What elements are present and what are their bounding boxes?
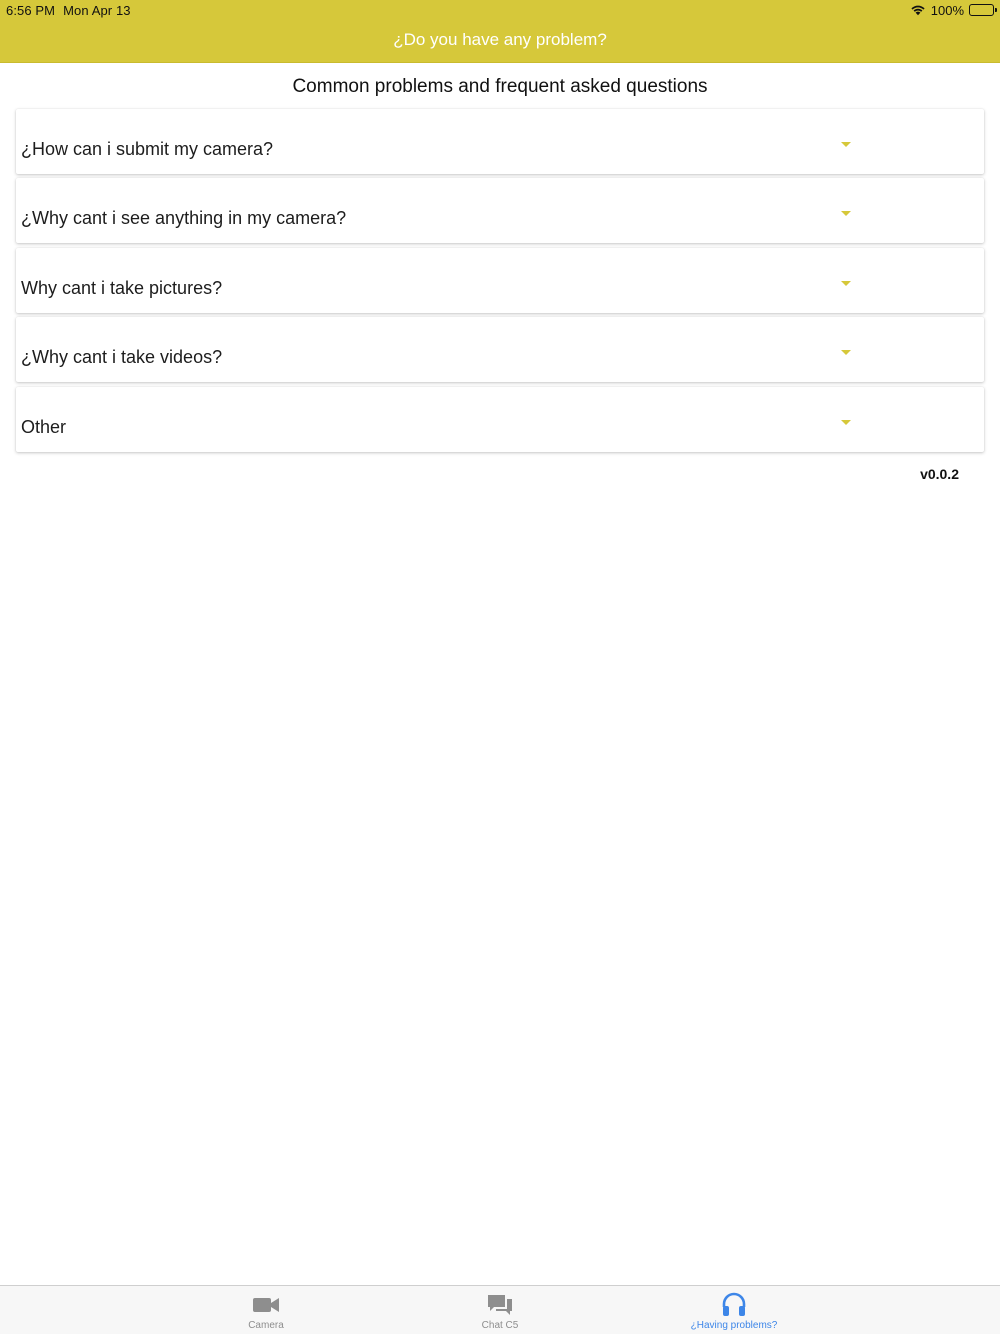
video-camera-icon <box>252 1293 280 1317</box>
faq-question: ¿Why cant i take videos? <box>21 347 223 368</box>
tab-camera[interactable]: Camera <box>196 1286 336 1334</box>
tab-label: Chat C5 <box>481 1320 519 1331</box>
battery-percentage: 100% <box>930 2 964 18</box>
faq-item-submit-camera[interactable]: ¿How can i submit my camera? <box>16 109 984 174</box>
app-version: v0.0.2 <box>920 466 959 482</box>
faq-item-other[interactable]: Other <box>16 386 984 452</box>
tab-label: Camera <box>248 1320 284 1331</box>
faq-question: ¿Why cant i see anything in my camera? <box>21 208 347 229</box>
caret-down-icon[interactable] <box>841 419 851 425</box>
status-time: 6:56 PM Mon Apr 13 <box>6 3 131 18</box>
faq-heading: Common problems and frequent asked quest… <box>292 76 708 97</box>
tab-having-problems[interactable]: ¿Having problems? <box>664 1286 804 1334</box>
faq-item-cant-take-videos[interactable]: ¿Why cant i take videos? <box>16 317 984 383</box>
status-date: Mon Apr 13 <box>63 3 131 18</box>
wifi-icon <box>910 4 926 16</box>
tab-bar: Camera Chat C5 ¿Having problems? <box>0 1285 1000 1334</box>
caret-down-icon[interactable] <box>841 211 851 217</box>
status-clock: 6:56 PM <box>6 3 56 18</box>
caret-down-icon[interactable] <box>841 142 851 147</box>
caret-down-icon[interactable] <box>841 280 851 286</box>
screen: 6:56 PM Mon Apr 13 100% ¿Do you have any … <box>0 0 1000 1334</box>
caret-down-icon[interactable] <box>841 350 851 356</box>
headphones-icon <box>721 1292 747 1317</box>
status-indicators: 100% <box>910 2 997 18</box>
page-title: ¿Do you have any problem? <box>393 30 607 49</box>
tab-label: ¿Having problems? <box>690 1320 778 1331</box>
tab-chat[interactable]: Chat C5 <box>430 1286 570 1334</box>
header-bar: 6:56 PM Mon Apr 13 100% ¿Do you have any … <box>0 0 1000 63</box>
faq-item-cant-see-camera[interactable]: ¿Why cant i see anything in my camera? <box>16 178 984 244</box>
battery-icon <box>969 4 997 16</box>
faq-item-cant-take-pictures[interactable]: Why cant i take pictures? <box>16 247 984 313</box>
faq-question: ¿How can i submit my camera? <box>21 139 274 159</box>
faq-question: Other <box>21 416 67 437</box>
faq-list: ¿How can i submit my camera? ¿Why cant i… <box>16 109 984 456</box>
chat-bubbles-icon <box>487 1293 513 1317</box>
faq-question: Why cant i take pictures? <box>21 277 223 298</box>
